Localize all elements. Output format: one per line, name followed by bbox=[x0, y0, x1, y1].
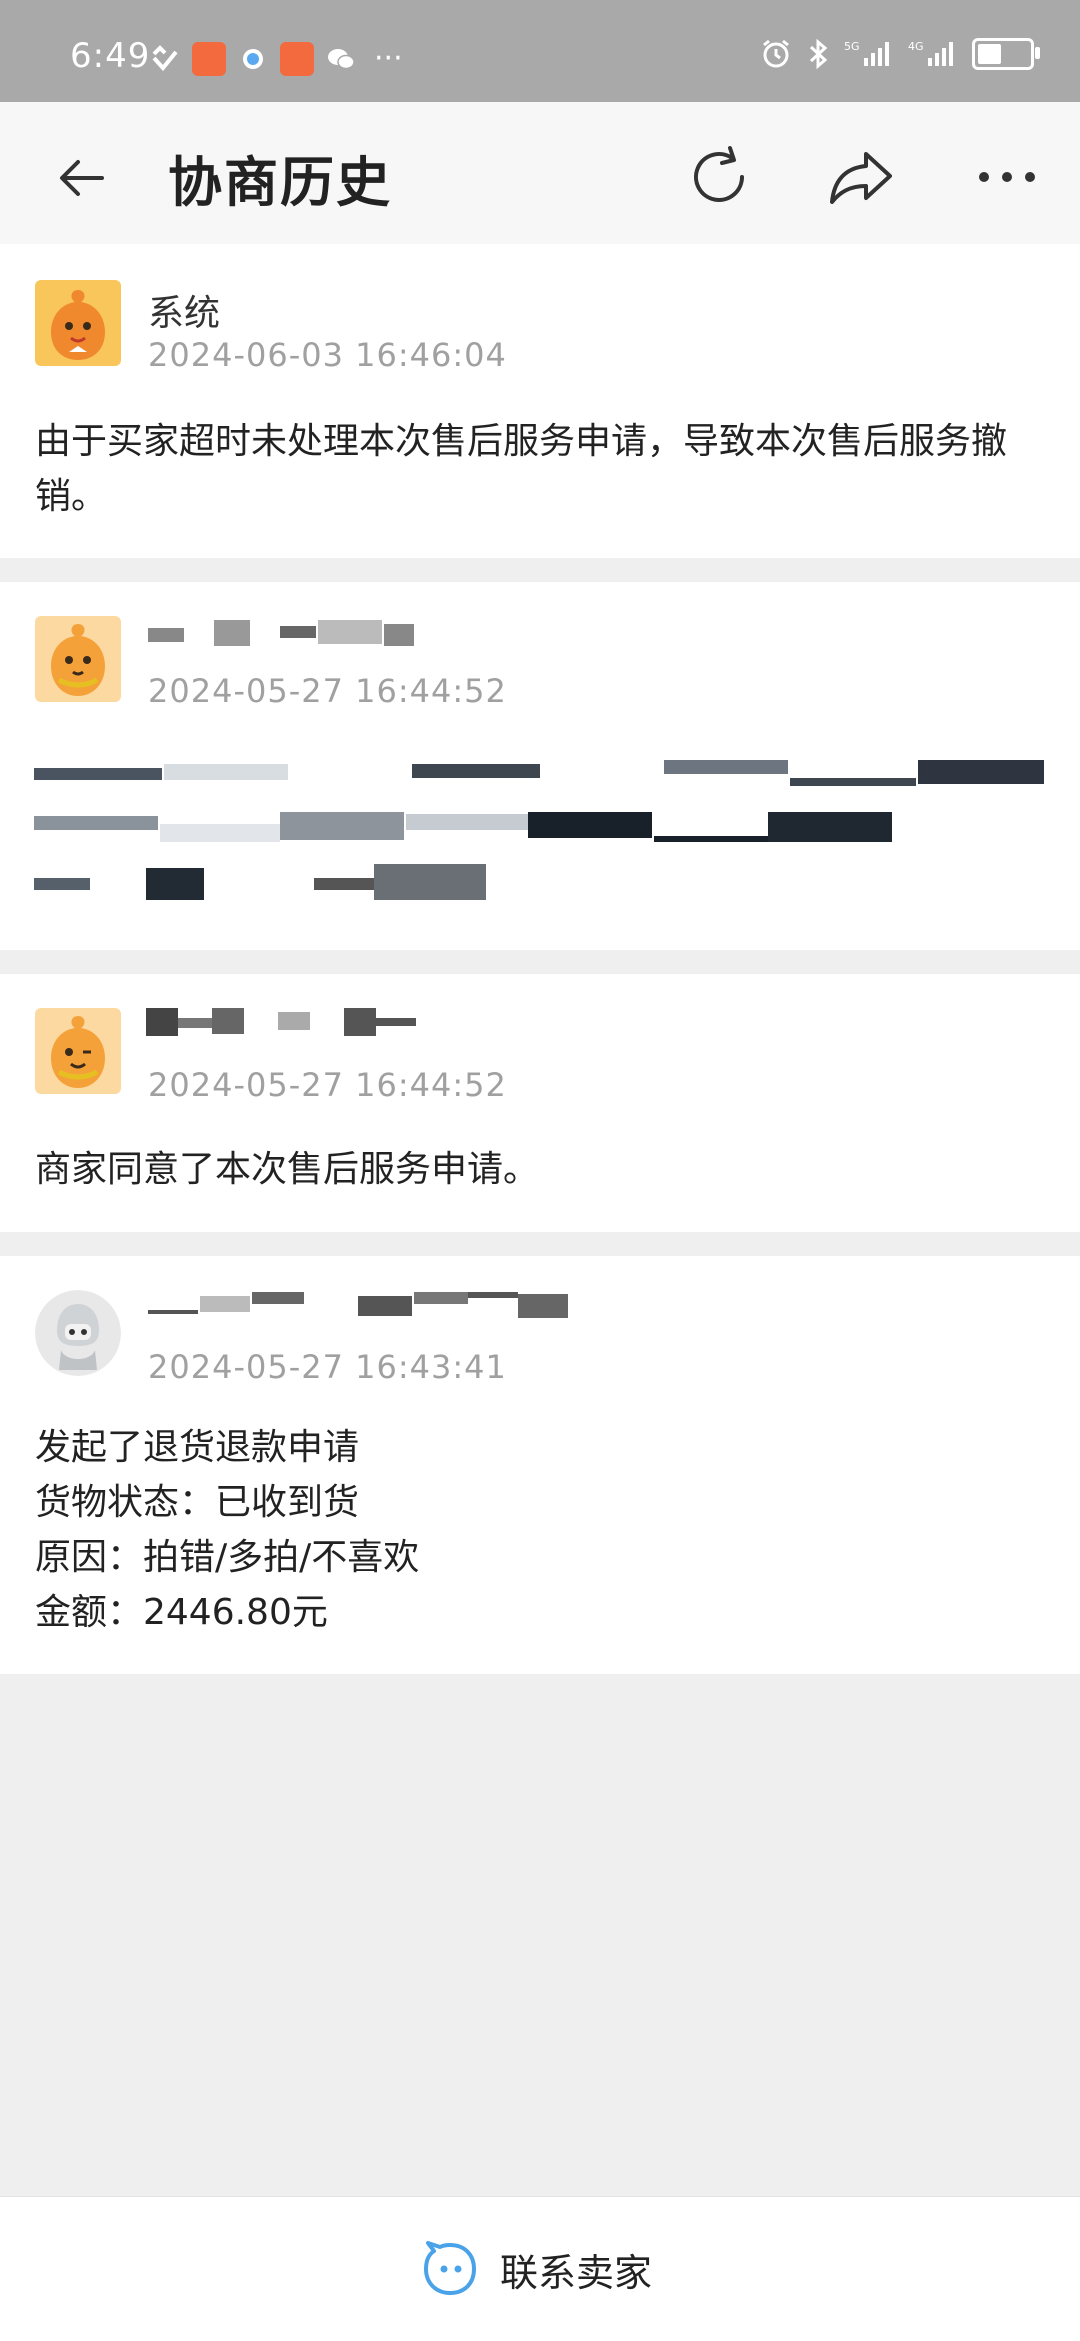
status-bar: 6:49 ··· 5G 4G bbox=[0, 0, 1080, 102]
record-content: 由于买家超时未处理本次售后服务申请，导致本次售后服务撤 销。 bbox=[35, 414, 1050, 524]
redacted-name bbox=[146, 1008, 416, 1036]
record-time: 2024-05-27 16:44:52 bbox=[148, 1066, 507, 1104]
contact-seller-button[interactable]: 联系卖家 bbox=[420, 2231, 652, 2307]
record-content: 发起了退货退款申请 货物状态：已收到货 原因：拍错/多拍/不喜欢 金额：2446… bbox=[35, 1420, 1050, 1640]
content-line: 金额：2446.80元 bbox=[35, 1592, 328, 1633]
battery-level bbox=[978, 44, 1001, 64]
contact-seller-label: 联系卖家 bbox=[500, 2250, 653, 2295]
refresh-icon[interactable] bbox=[684, 142, 754, 212]
content-line: 销。 bbox=[35, 476, 108, 517]
user-avatar-icon bbox=[35, 1290, 121, 1376]
history-record: 2024-05-27 16:43:41 发起了退货退款申请 货物状态：已收到货 … bbox=[0, 1256, 1080, 1674]
redacted-content bbox=[34, 760, 1044, 910]
chat-bubble-icon bbox=[424, 2241, 476, 2295]
battery-icon bbox=[972, 38, 1040, 70]
sender-name: 系统 bbox=[148, 293, 221, 334]
svg-text:5G: 5G bbox=[844, 40, 860, 53]
redacted-name bbox=[148, 1292, 568, 1322]
mascot-avatar-icon bbox=[35, 1008, 121, 1094]
content-line: 发起了退货退款申请 bbox=[35, 1427, 360, 1468]
back-arrow-icon[interactable] bbox=[52, 148, 112, 208]
system-icons: 5G 4G bbox=[760, 38, 1040, 70]
history-record: 2024-05-27 16:44:52 bbox=[0, 582, 1080, 950]
avatar bbox=[35, 280, 121, 366]
record-content: 商家同意了本次售后服务申请。 bbox=[35, 1142, 1050, 1197]
heart-health-icon bbox=[152, 45, 178, 72]
avatar bbox=[35, 1008, 121, 1094]
content-line: 由于买家超时未处理本次售后服务申请，导致本次售后服务撤 bbox=[35, 421, 1008, 462]
svg-text:4G: 4G bbox=[908, 40, 924, 53]
avatar bbox=[35, 616, 121, 702]
app-notification-icon bbox=[192, 42, 226, 76]
app-notification-icon bbox=[280, 42, 314, 76]
weather-icon bbox=[243, 49, 263, 69]
more-notifications: ··· bbox=[374, 41, 403, 76]
avatar bbox=[35, 1290, 121, 1376]
status-time: 6:49 bbox=[70, 36, 151, 76]
alarm-icon bbox=[763, 39, 789, 68]
record-time: 2024-06-03 16:46:04 bbox=[148, 336, 507, 374]
signal-4g-icon: 4G bbox=[908, 40, 953, 66]
share-icon[interactable] bbox=[826, 142, 896, 212]
record-time: 2024-05-27 16:43:41 bbox=[148, 1348, 507, 1386]
bluetooth-icon bbox=[809, 38, 828, 70]
wechat-icon bbox=[328, 49, 355, 70]
history-record: 系统 2024-06-03 16:46:04 由于买家超时未处理本次售后服务申请… bbox=[0, 244, 1080, 558]
mascot-avatar-icon bbox=[35, 616, 121, 702]
signal-5g-icon: 5G bbox=[844, 40, 889, 66]
content-line: 商家同意了本次售后服务申请。 bbox=[35, 1149, 540, 1190]
content-line: 原因：拍错/多拍/不喜欢 bbox=[35, 1537, 420, 1578]
redacted-name bbox=[148, 620, 414, 648]
notification-icons: ··· bbox=[150, 42, 403, 76]
history-record: 2024-05-27 16:44:52 商家同意了本次售后服务申请。 bbox=[0, 974, 1080, 1232]
bottom-action-bar: 联系卖家 bbox=[0, 2196, 1080, 2341]
more-icon[interactable] bbox=[972, 142, 1042, 212]
top-app-bar: 协商历史 bbox=[0, 102, 1080, 244]
mascot-avatar-icon bbox=[35, 280, 121, 366]
page-title: 协商历史 bbox=[168, 151, 392, 214]
record-time: 2024-05-27 16:44:52 bbox=[148, 672, 507, 710]
content-line: 货物状态：已收到货 bbox=[35, 1482, 360, 1523]
